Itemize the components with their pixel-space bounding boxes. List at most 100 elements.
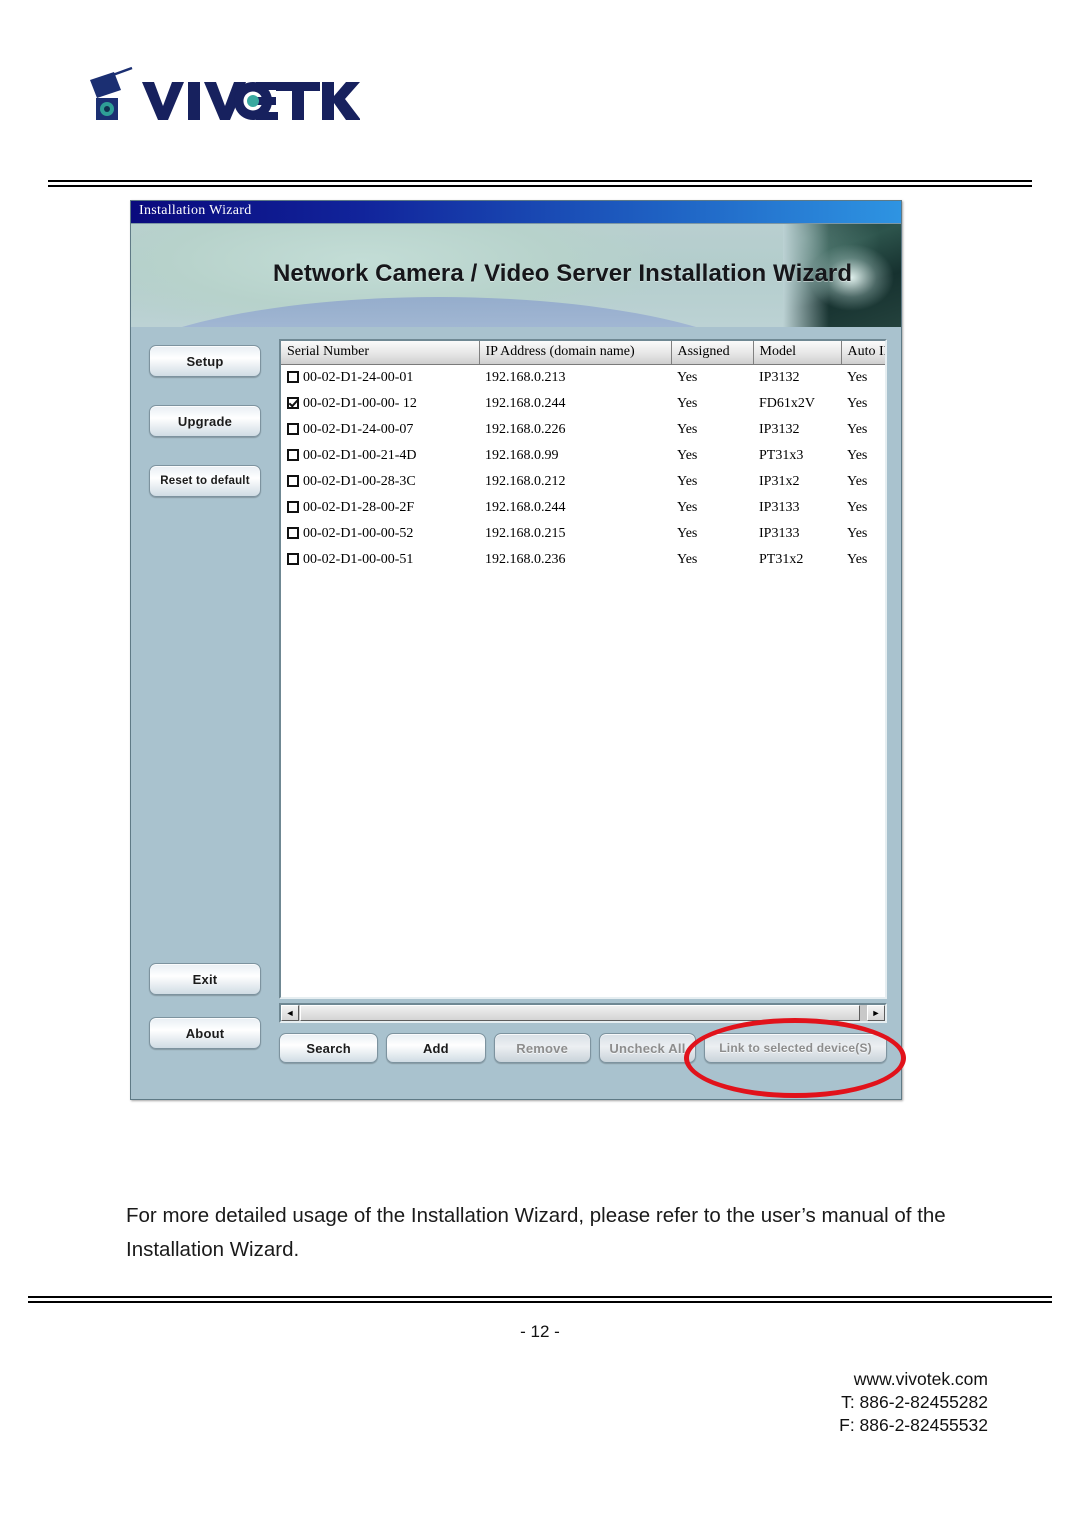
setup-button[interactable]: Setup xyxy=(149,345,261,377)
column-header-ip-address[interactable]: IP Address (domain name) xyxy=(479,341,672,365)
serial-number-text: 00-02-D1-00-28-3C xyxy=(303,474,416,489)
column-header-auto-ip[interactable]: Auto IP xyxy=(841,341,885,365)
cell-auto-ip: Yes xyxy=(847,474,868,489)
table-row[interactable]: 00-02-D1-00-00-52 192.168.0.215 Yes IP3133 Y… xyxy=(281,521,885,547)
wizard-banner: Network Camera / Video Server Installati… xyxy=(131,224,901,327)
row-checkbox[interactable] xyxy=(287,553,299,565)
footer-divider xyxy=(28,1296,1052,1303)
cell-ip-address: 192.168.0.99 xyxy=(485,448,559,463)
remove-button[interactable]: Remove xyxy=(493,1033,591,1063)
table-row[interactable]: 00-02-D1-28-00-2F 192.168.0.244 Yes IP3133 Y… xyxy=(281,495,885,521)
serial-number-text: 00-02-D1-24-00-07 xyxy=(303,422,414,437)
row-checkbox[interactable] xyxy=(287,501,299,513)
table-row[interactable]: 00-02-D1-00-21-4D 192.168.0.99 Yes PT31x3 Ye… xyxy=(281,443,885,469)
table-row[interactable]: 00-02-D1-00-28-3C 192.168.0.212 Yes IP31x2 Y… xyxy=(281,469,885,495)
serial-number-text: 00-02-D1-24-00-01 xyxy=(303,370,414,385)
table-row[interactable]: 00-02-D1-00-00- 12 192.168.0.244 Yes FD61x2… xyxy=(281,391,885,417)
link-to-selected-device-button[interactable]: Link to selected device(S) xyxy=(704,1033,888,1063)
table-row[interactable]: 00-02-D1-24-00-01 192.168.0.213 Yes IP3132 Y… xyxy=(281,365,885,392)
cell-ip-address: 192.168.0.213 xyxy=(485,370,566,385)
cell-assigned: Yes xyxy=(677,526,698,541)
cell-assigned: Yes xyxy=(677,448,698,463)
cell-auto-ip: Yes xyxy=(847,448,868,463)
page-number: - 12 - xyxy=(520,1322,560,1341)
footer-fax: F: 886-2-82455532 xyxy=(839,1415,988,1435)
cell-ip-address: 192.168.0.212 xyxy=(485,474,566,489)
action-button-bar: Search Add Remove Uncheck All Link to se… xyxy=(279,1033,888,1067)
installation-wizard-window: Installation Wizard Network Camera / Vid… xyxy=(130,200,902,1100)
cell-ip-address: 192.168.0.244 xyxy=(485,500,566,515)
logo-letter-e xyxy=(256,82,278,120)
cell-assigned: Yes xyxy=(677,422,698,437)
uncheck-all-button[interactable]: Uncheck All xyxy=(598,1033,697,1063)
cell-serial-number: 00-02-D1-28-00-2F xyxy=(281,495,479,521)
cell-model: IP3132 xyxy=(759,422,800,437)
add-button[interactable]: Add xyxy=(386,1033,486,1063)
footer-telephone: T: 886-2-82455282 xyxy=(841,1392,988,1412)
serial-number-text: 00-02-D1-28-00-2F xyxy=(303,500,415,515)
row-checkbox[interactable] xyxy=(287,527,299,539)
camera-icon xyxy=(90,66,133,120)
cell-serial-number: 00-02-D1-00-00- 12 xyxy=(281,391,479,417)
window-titlebar: Installation Wizard xyxy=(131,201,901,224)
horizontal-scrollbar[interactable]: ◄ ► xyxy=(279,1003,887,1023)
cell-serial-number: 00-02-D1-00-28-3C xyxy=(281,469,479,495)
serial-number-text: 00-02-D1-00-00- 12 xyxy=(303,396,417,411)
device-table-body: 00-02-D1-24-00-01 192.168.0.213 Yes IP3132 Y… xyxy=(281,365,885,574)
cell-serial-number: 00-02-D1-00-21-4D xyxy=(281,443,479,469)
cell-serial-number: 00-02-D1-00-00-51 xyxy=(281,547,479,573)
scrollbar-thumb[interactable] xyxy=(300,1005,860,1021)
logo-lens-dot xyxy=(247,95,259,107)
row-checkbox[interactable] xyxy=(287,475,299,487)
cell-ip-address: 192.168.0.215 xyxy=(485,526,566,541)
cell-model: IP3132 xyxy=(759,370,800,385)
cell-serial-number: 00-02-D1-24-00-07 xyxy=(281,417,479,443)
serial-number-text: 00-02-D1-00-00-52 xyxy=(303,526,414,541)
cell-assigned: Yes xyxy=(677,396,698,411)
table-row[interactable]: 00-02-D1-24-00-07 192.168.0.226 Yes IP3132 Y… xyxy=(281,417,885,443)
cell-assigned: Yes xyxy=(677,552,698,567)
window-title: Installation Wizard xyxy=(139,203,252,218)
dialog-body: Setup Upgrade Reset to default Exit Abou… xyxy=(131,327,901,1099)
column-header-assigned[interactable]: Assigned xyxy=(671,341,754,365)
row-checkbox[interactable] xyxy=(287,423,299,435)
row-checkbox-checked[interactable] xyxy=(287,397,299,409)
row-checkbox[interactable] xyxy=(287,449,299,461)
cell-model: IP31x2 xyxy=(759,474,800,489)
footer-website: www.vivotek.com xyxy=(853,1369,988,1389)
reset-to-default-button[interactable]: Reset to default xyxy=(149,465,261,497)
cell-model: FD61x2V xyxy=(759,396,816,411)
column-header-model[interactable]: Model xyxy=(753,341,842,365)
cell-ip-address: 192.168.0.236 xyxy=(485,552,566,567)
cell-model: IP3133 xyxy=(759,526,800,541)
cell-auto-ip: Yes xyxy=(847,526,868,541)
scroll-right-arrow-icon[interactable]: ► xyxy=(867,1005,885,1021)
footer-contact: www.vivotek.com T: 886-2-82455282 F: 886… xyxy=(839,1368,988,1437)
table-row[interactable]: 00-02-D1-00-00-51 192.168.0.236 Yes PT31x2 Y… xyxy=(281,547,885,573)
row-checkbox[interactable] xyxy=(287,371,299,383)
banner-title: Network Camera / Video Server Installati… xyxy=(273,260,853,287)
header-divider xyxy=(48,180,1032,187)
cell-model: IP3133 xyxy=(759,500,800,515)
cell-serial-number: 00-02-D1-00-00-52 xyxy=(281,521,479,547)
cell-auto-ip: Yes xyxy=(847,396,868,411)
scroll-left-arrow-icon[interactable]: ◄ xyxy=(281,1005,299,1021)
cell-assigned: Yes xyxy=(677,370,698,385)
cell-auto-ip: Yes xyxy=(847,500,868,515)
device-table: Serial Number IP Address (domain name) A… xyxy=(281,341,885,574)
right-pane: Serial Number IP Address (domain name) A… xyxy=(279,327,901,1099)
device-list-frame[interactable]: Serial Number IP Address (domain name) A… xyxy=(279,339,887,999)
column-header-serial-number[interactable]: Serial Number xyxy=(281,341,480,365)
serial-number-text: 00-02-D1-00-21-4D xyxy=(303,448,417,463)
exit-button[interactable]: Exit xyxy=(149,963,261,995)
upgrade-button[interactable]: Upgrade xyxy=(149,405,261,437)
search-button[interactable]: Search xyxy=(279,1033,379,1063)
cell-auto-ip: Yes xyxy=(847,422,868,437)
cell-assigned: Yes xyxy=(677,500,698,515)
logo-svg xyxy=(90,66,360,120)
serial-number-text: 00-02-D1-00-00-51 xyxy=(303,552,414,567)
cell-serial-number: 00-02-D1-24-00-01 xyxy=(281,365,479,392)
cell-auto-ip: Yes xyxy=(847,552,868,567)
about-button[interactable]: About xyxy=(149,1017,261,1049)
vivotek-logo xyxy=(80,66,360,136)
